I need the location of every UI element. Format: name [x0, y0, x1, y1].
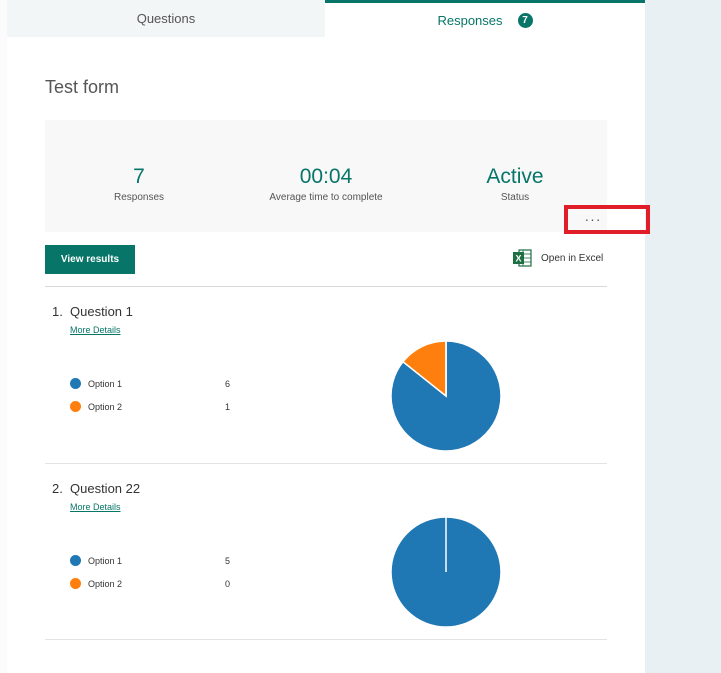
tab-questions[interactable]: Questions	[7, 0, 325, 37]
tab-responses[interactable]: Responses 7	[325, 0, 645, 37]
question-1: 1. Question 1 More Details	[52, 304, 133, 338]
question-1-more-details-link[interactable]: More Details	[70, 325, 121, 335]
status-stat-value: Active	[486, 165, 544, 188]
question-1-number: 1.	[52, 304, 63, 319]
page-background	[645, 0, 721, 673]
option-1-swatch	[70, 378, 81, 389]
question-1-pie-chart	[390, 340, 502, 452]
question-2-number: 2.	[52, 481, 63, 496]
average-time-stat-label: Average time to complete	[269, 192, 383, 203]
left-gutter	[0, 0, 7, 673]
average-time-stat: 00:04 Average time to complete	[245, 164, 407, 203]
question-1-legend: Option 1 6 Option 2 1	[70, 372, 230, 418]
section-divider	[45, 463, 607, 464]
open-in-excel-label: Open in Excel	[541, 252, 604, 264]
summary-card: 7 Responses 00:04 Average time to comple…	[45, 120, 607, 232]
responses-stat-value: 7	[133, 165, 145, 188]
excel-icon: X	[512, 249, 532, 267]
legend-item: Option 2 1	[70, 395, 230, 418]
legend-item: Option 1 5	[70, 549, 230, 572]
option-label: Option 1	[88, 378, 123, 389]
option-1-swatch	[70, 555, 81, 566]
form-title: Test form	[45, 77, 120, 97]
question-2-pie-chart	[390, 516, 502, 628]
option-count: 1	[225, 401, 231, 412]
average-time-stat-value: 00:04	[299, 165, 353, 188]
responses-stat: 7 Responses	[89, 164, 189, 203]
open-in-excel-button[interactable]: X Open in Excel	[512, 248, 603, 268]
question-1-title: 1. Question 1	[52, 304, 133, 319]
question-2-legend: Option 1 5 Option 2 0	[70, 549, 230, 595]
option-label: Option 2	[88, 578, 123, 589]
option-2-swatch	[70, 401, 81, 412]
question-1-text: Question 1	[70, 304, 133, 319]
question-2-text: Question 22	[70, 481, 141, 496]
option-label: Option 1	[88, 555, 123, 566]
responses-count-badge: 7	[517, 12, 533, 28]
question-2-title: 2. Question 22	[52, 481, 140, 496]
option-count: 5	[225, 555, 231, 566]
status-stat-label: Status	[500, 192, 530, 203]
legend-item: Option 1 6	[70, 372, 230, 395]
legend-item: Option 2 0	[70, 572, 230, 595]
section-divider	[45, 639, 607, 640]
highlight-annotation-box	[564, 205, 650, 234]
option-count: 0	[225, 578, 231, 589]
tab-questions-label: Questions	[136, 11, 196, 26]
excel-icon-glyph: X	[515, 254, 521, 264]
option-count: 6	[225, 378, 231, 389]
question-2-more-details-link[interactable]: More Details	[70, 502, 121, 512]
tab-responses-label: Responses	[437, 12, 503, 28]
option-2-swatch	[70, 578, 81, 589]
status-stat: Active Status	[465, 164, 565, 203]
responses-stat-label: Responses	[113, 192, 165, 203]
view-results-button[interactable]: View results	[45, 245, 135, 274]
section-divider	[45, 286, 607, 287]
question-2: 2. Question 22 More Details	[52, 481, 140, 515]
option-label: Option 2	[88, 401, 123, 412]
